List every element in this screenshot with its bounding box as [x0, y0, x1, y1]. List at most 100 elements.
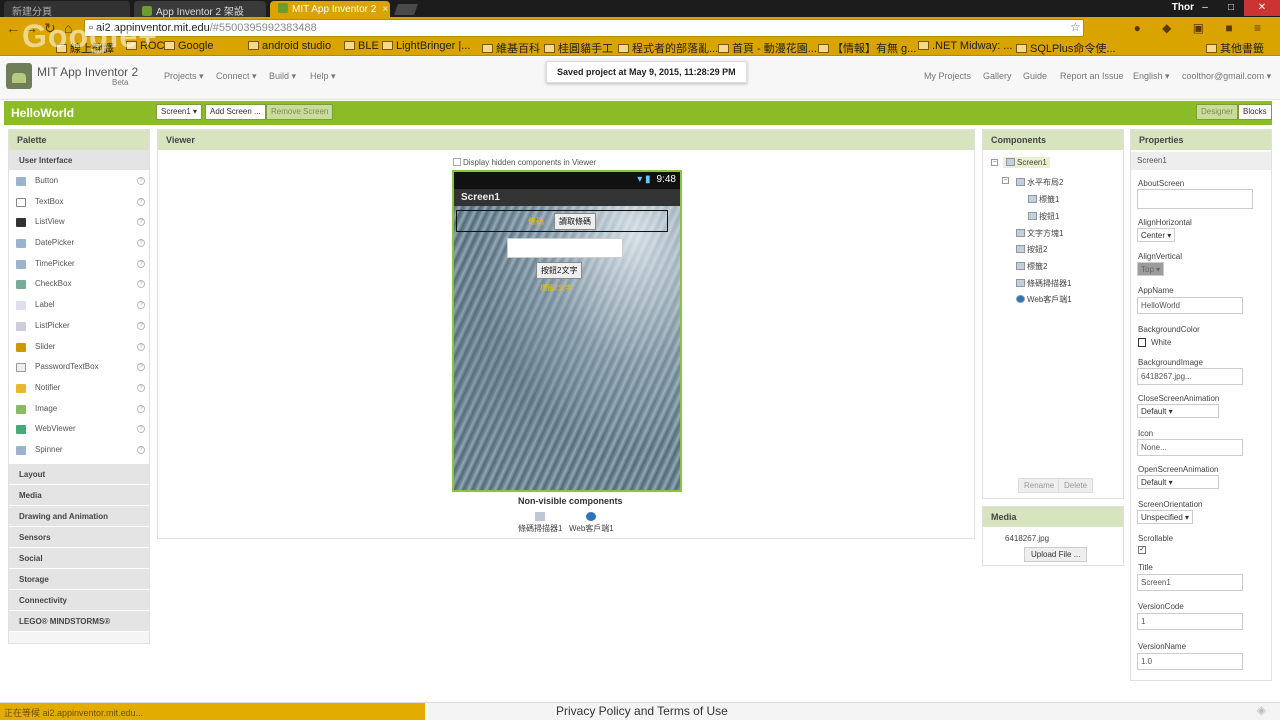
horizontal-arrangement[interactable]: 條碼 讀取條碼	[456, 210, 668, 232]
bookmark-item[interactable]: LightBringer |...	[382, 40, 470, 52]
bgimage-input[interactable]: 6418267.jpg...	[1137, 368, 1243, 385]
help-icon[interactable]: ?	[137, 218, 145, 227]
bookmark-item[interactable]: 【情報】有無 g...	[818, 40, 916, 56]
menu-guide[interactable]: Guide	[1023, 71, 1047, 81]
checkbox-box[interactable]	[453, 158, 461, 166]
menu-projects[interactable]: Projects ▾	[164, 71, 204, 82]
app-title[interactable]: MIT App Inventor 2	[37, 65, 138, 79]
palette-section-storage[interactable]: Storage	[9, 568, 149, 590]
palette-item-datepicker[interactable]: DatePicker?	[9, 233, 149, 254]
extension-icons[interactable]: ● ◆ ▣ ■ ≡	[1134, 21, 1270, 35]
palette-section-connectivity[interactable]: Connectivity	[9, 589, 149, 611]
browser-user[interactable]: Thor	[1172, 2, 1194, 13]
palette-item-button[interactable]: Button?	[9, 171, 149, 192]
about-screen-textarea[interactable]	[1137, 189, 1253, 209]
palette-item-listpicker[interactable]: ListPicker?	[9, 315, 149, 337]
app-inventor-logo[interactable]	[6, 63, 32, 89]
label1[interactable]: 條碼	[528, 216, 544, 227]
bookmark-item[interactable]: Google	[164, 40, 213, 52]
blocks-button[interactable]: Blocks	[1238, 104, 1272, 120]
align-vertical-select[interactable]: Top ▾	[1137, 262, 1165, 276]
tab-new[interactable]: 新建分頁	[4, 1, 130, 17]
palette-section-layout[interactable]: Layout	[9, 463, 149, 485]
help-icon[interactable]: ?	[137, 259, 145, 268]
bookmark-item[interactable]: 程式者的部落亂...	[618, 40, 718, 56]
tree-label2[interactable]: 標籤2	[1016, 261, 1047, 272]
bookmark-item[interactable]: 首頁 - 動漫花園...	[718, 40, 817, 56]
tree-button1[interactable]: 按鈕1	[1028, 211, 1059, 222]
palette-item-webviewer[interactable]: WebViewer?	[9, 419, 149, 440]
collapse-icon[interactable]: −	[991, 159, 998, 166]
tree-horizontal-arrangement[interactable]: 水平布局2	[1016, 177, 1063, 188]
palette-item-listview[interactable]: ListView?	[9, 212, 149, 234]
tree-web-client[interactable]: Web客戶端1	[1016, 294, 1072, 305]
palette-section-drawing-animation[interactable]: Drawing and Animation	[9, 505, 149, 527]
version-name-input[interactable]: 1.0	[1137, 653, 1243, 670]
menu-connect[interactable]: Connect ▾	[216, 71, 257, 82]
add-screen-button[interactable]: Add Screen ...	[205, 104, 266, 120]
other-bookmarks[interactable]: 其他書籤	[1206, 40, 1264, 56]
designer-button[interactable]: Designer	[1196, 104, 1239, 120]
bgcolor-value[interactable]: White	[1151, 338, 1171, 347]
palette-item-spinner[interactable]: Spinner?	[9, 439, 149, 464]
tab-mit-app-inventor[interactable]: MIT App Inventor 2 ×	[270, 1, 390, 17]
bookmark-item[interactable]: 維基百科	[482, 40, 540, 56]
close-window-icon[interactable]: ✕	[1244, 0, 1280, 16]
feedback-icon[interactable]: ◈	[1257, 703, 1266, 717]
open-animation-select[interactable]: Default ▾	[1137, 475, 1219, 489]
help-icon[interactable]: ?	[137, 404, 145, 413]
tree-textbox1[interactable]: 文字方塊1	[1016, 228, 1063, 239]
back-icon[interactable]: ←	[6, 20, 20, 36]
bookmark-star-icon[interactable]: ☆	[1070, 20, 1081, 34]
button1[interactable]: 讀取條碼	[554, 213, 596, 230]
menu-account[interactable]: coolthor@gmail.com ▾	[1182, 71, 1271, 82]
delete-button[interactable]: Delete	[1058, 478, 1094, 493]
help-icon[interactable]: ?	[137, 363, 145, 372]
upload-file-button[interactable]: Upload File ...	[1024, 547, 1088, 562]
palette-item-image[interactable]: Image?	[9, 398, 149, 420]
menu-help[interactable]: Help ▾	[310, 71, 336, 82]
new-tab-button[interactable]	[393, 4, 419, 15]
remove-screen-button[interactable]: Remove Screen	[266, 104, 334, 120]
display-hidden-checkbox[interactable]: Display hidden components in Viewer	[453, 158, 596, 167]
align-horizontal-select[interactable]: Center ▾	[1137, 228, 1176, 242]
help-icon[interactable]: ?	[137, 321, 145, 330]
button2[interactable]: 按鈕2文字	[536, 262, 583, 279]
collapse-icon[interactable]: −	[1002, 177, 1009, 184]
tree-barcode-scanner[interactable]: 條碼掃描器1	[1016, 278, 1071, 289]
nonvisible-web-client[interactable]: Web客戶端1	[569, 512, 614, 534]
help-icon[interactable]: ?	[137, 342, 145, 351]
menu-report-issue[interactable]: Report an Issue	[1060, 71, 1124, 81]
palette-section-lego[interactable]: LEGO® MINDSTORMS®	[9, 610, 149, 632]
menu-gallery[interactable]: Gallery	[983, 71, 1012, 81]
textbox1[interactable]	[507, 238, 623, 258]
palette-item-slider[interactable]: Slider?	[9, 336, 149, 358]
help-icon[interactable]: ?	[137, 445, 145, 454]
rename-button[interactable]: Rename	[1018, 478, 1061, 493]
screen-select[interactable]: Screen1 ▾	[156, 104, 203, 120]
bookmark-item[interactable]: SQLPlus命令使...	[1016, 40, 1116, 56]
title-input[interactable]: Screen1	[1137, 574, 1243, 591]
palette-section-user-interface[interactable]: User Interface	[9, 150, 149, 171]
help-icon[interactable]: ?	[137, 301, 145, 310]
orientation-select[interactable]: Unspecified ▾	[1137, 510, 1194, 524]
tree-label1[interactable]: 標籤1	[1028, 194, 1059, 205]
tree-button2[interactable]: 按鈕2	[1016, 244, 1047, 255]
help-icon[interactable]: ?	[137, 425, 145, 434]
bookmark-item[interactable]: BLE	[344, 40, 379, 52]
color-swatch[interactable]	[1138, 338, 1146, 347]
bookmark-item[interactable]: android studio	[248, 40, 331, 52]
close-tab-icon[interactable]: ×	[382, 4, 388, 15]
palette-item-notifier[interactable]: Notifier?	[9, 377, 149, 399]
bookmark-item[interactable]: .NET Midway: ...	[918, 40, 1012, 52]
icon-input[interactable]: None...	[1137, 439, 1243, 456]
palette-item-textbox[interactable]: TextBox?	[9, 191, 149, 213]
help-icon[interactable]: ?	[137, 280, 145, 289]
scrollable-checkbox[interactable]: ✓	[1138, 546, 1146, 554]
bookmark-item[interactable]: 桂圓貓手工	[544, 40, 613, 56]
menu-language[interactable]: English ▾	[1133, 71, 1170, 82]
help-icon[interactable]: ?	[137, 197, 145, 206]
palette-item-timepicker[interactable]: TimePicker?	[9, 253, 149, 275]
help-icon[interactable]: ?	[137, 239, 145, 248]
appname-input[interactable]: HelloWorld	[1137, 297, 1243, 314]
